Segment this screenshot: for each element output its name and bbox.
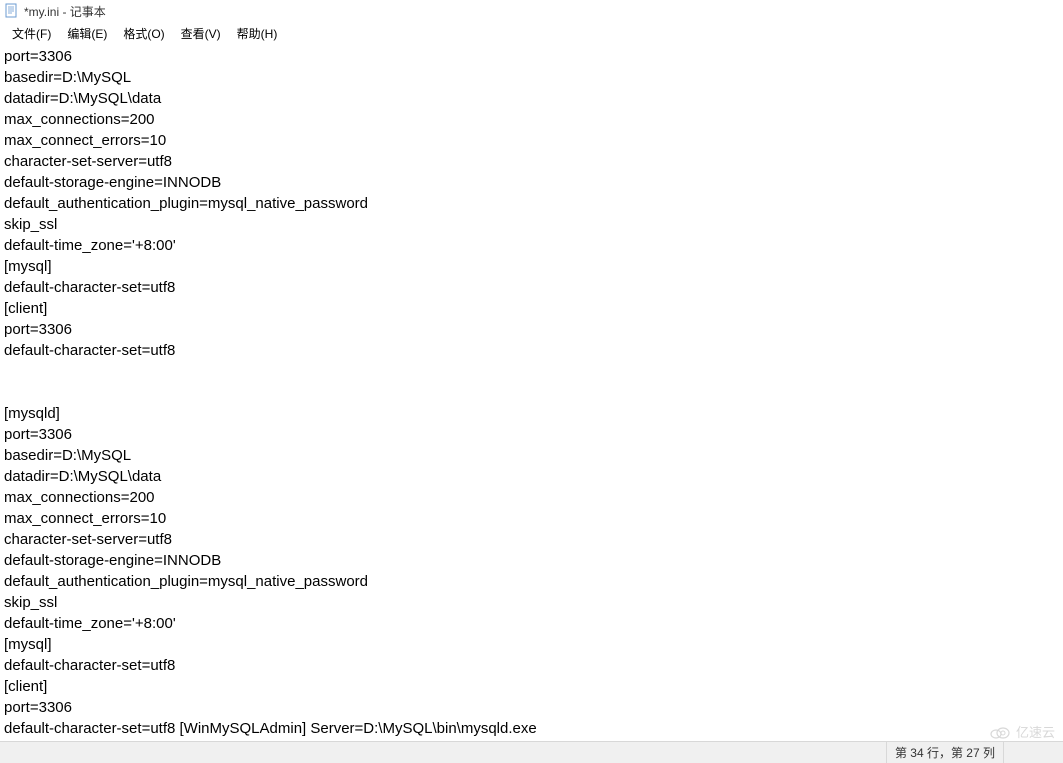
notepad-icon — [4, 3, 20, 19]
status-position: 第 34 行，第 27 列 — [886, 742, 1003, 763]
status-extra — [1003, 742, 1063, 763]
window-title: *my.ini - 记事本 — [24, 3, 106, 20]
title-bar: *my.ini - 记事本 — [0, 0, 1063, 22]
menu-edit[interactable]: 编辑(E) — [59, 23, 115, 44]
status-bar: 第 34 行，第 27 列 — [0, 741, 1063, 763]
menu-file[interactable]: 文件(F) — [4, 23, 59, 44]
menu-help[interactable]: 帮助(H) — [229, 23, 286, 44]
menu-bar: 文件(F) 编辑(E) 格式(O) 查看(V) 帮助(H) — [0, 22, 1063, 44]
menu-view[interactable]: 查看(V) — [173, 23, 229, 44]
menu-format[interactable]: 格式(O) — [115, 23, 172, 44]
text-editor-area[interactable]: port=3306 basedir=D:\MySQL datadir=D:\My… — [0, 44, 1063, 741]
